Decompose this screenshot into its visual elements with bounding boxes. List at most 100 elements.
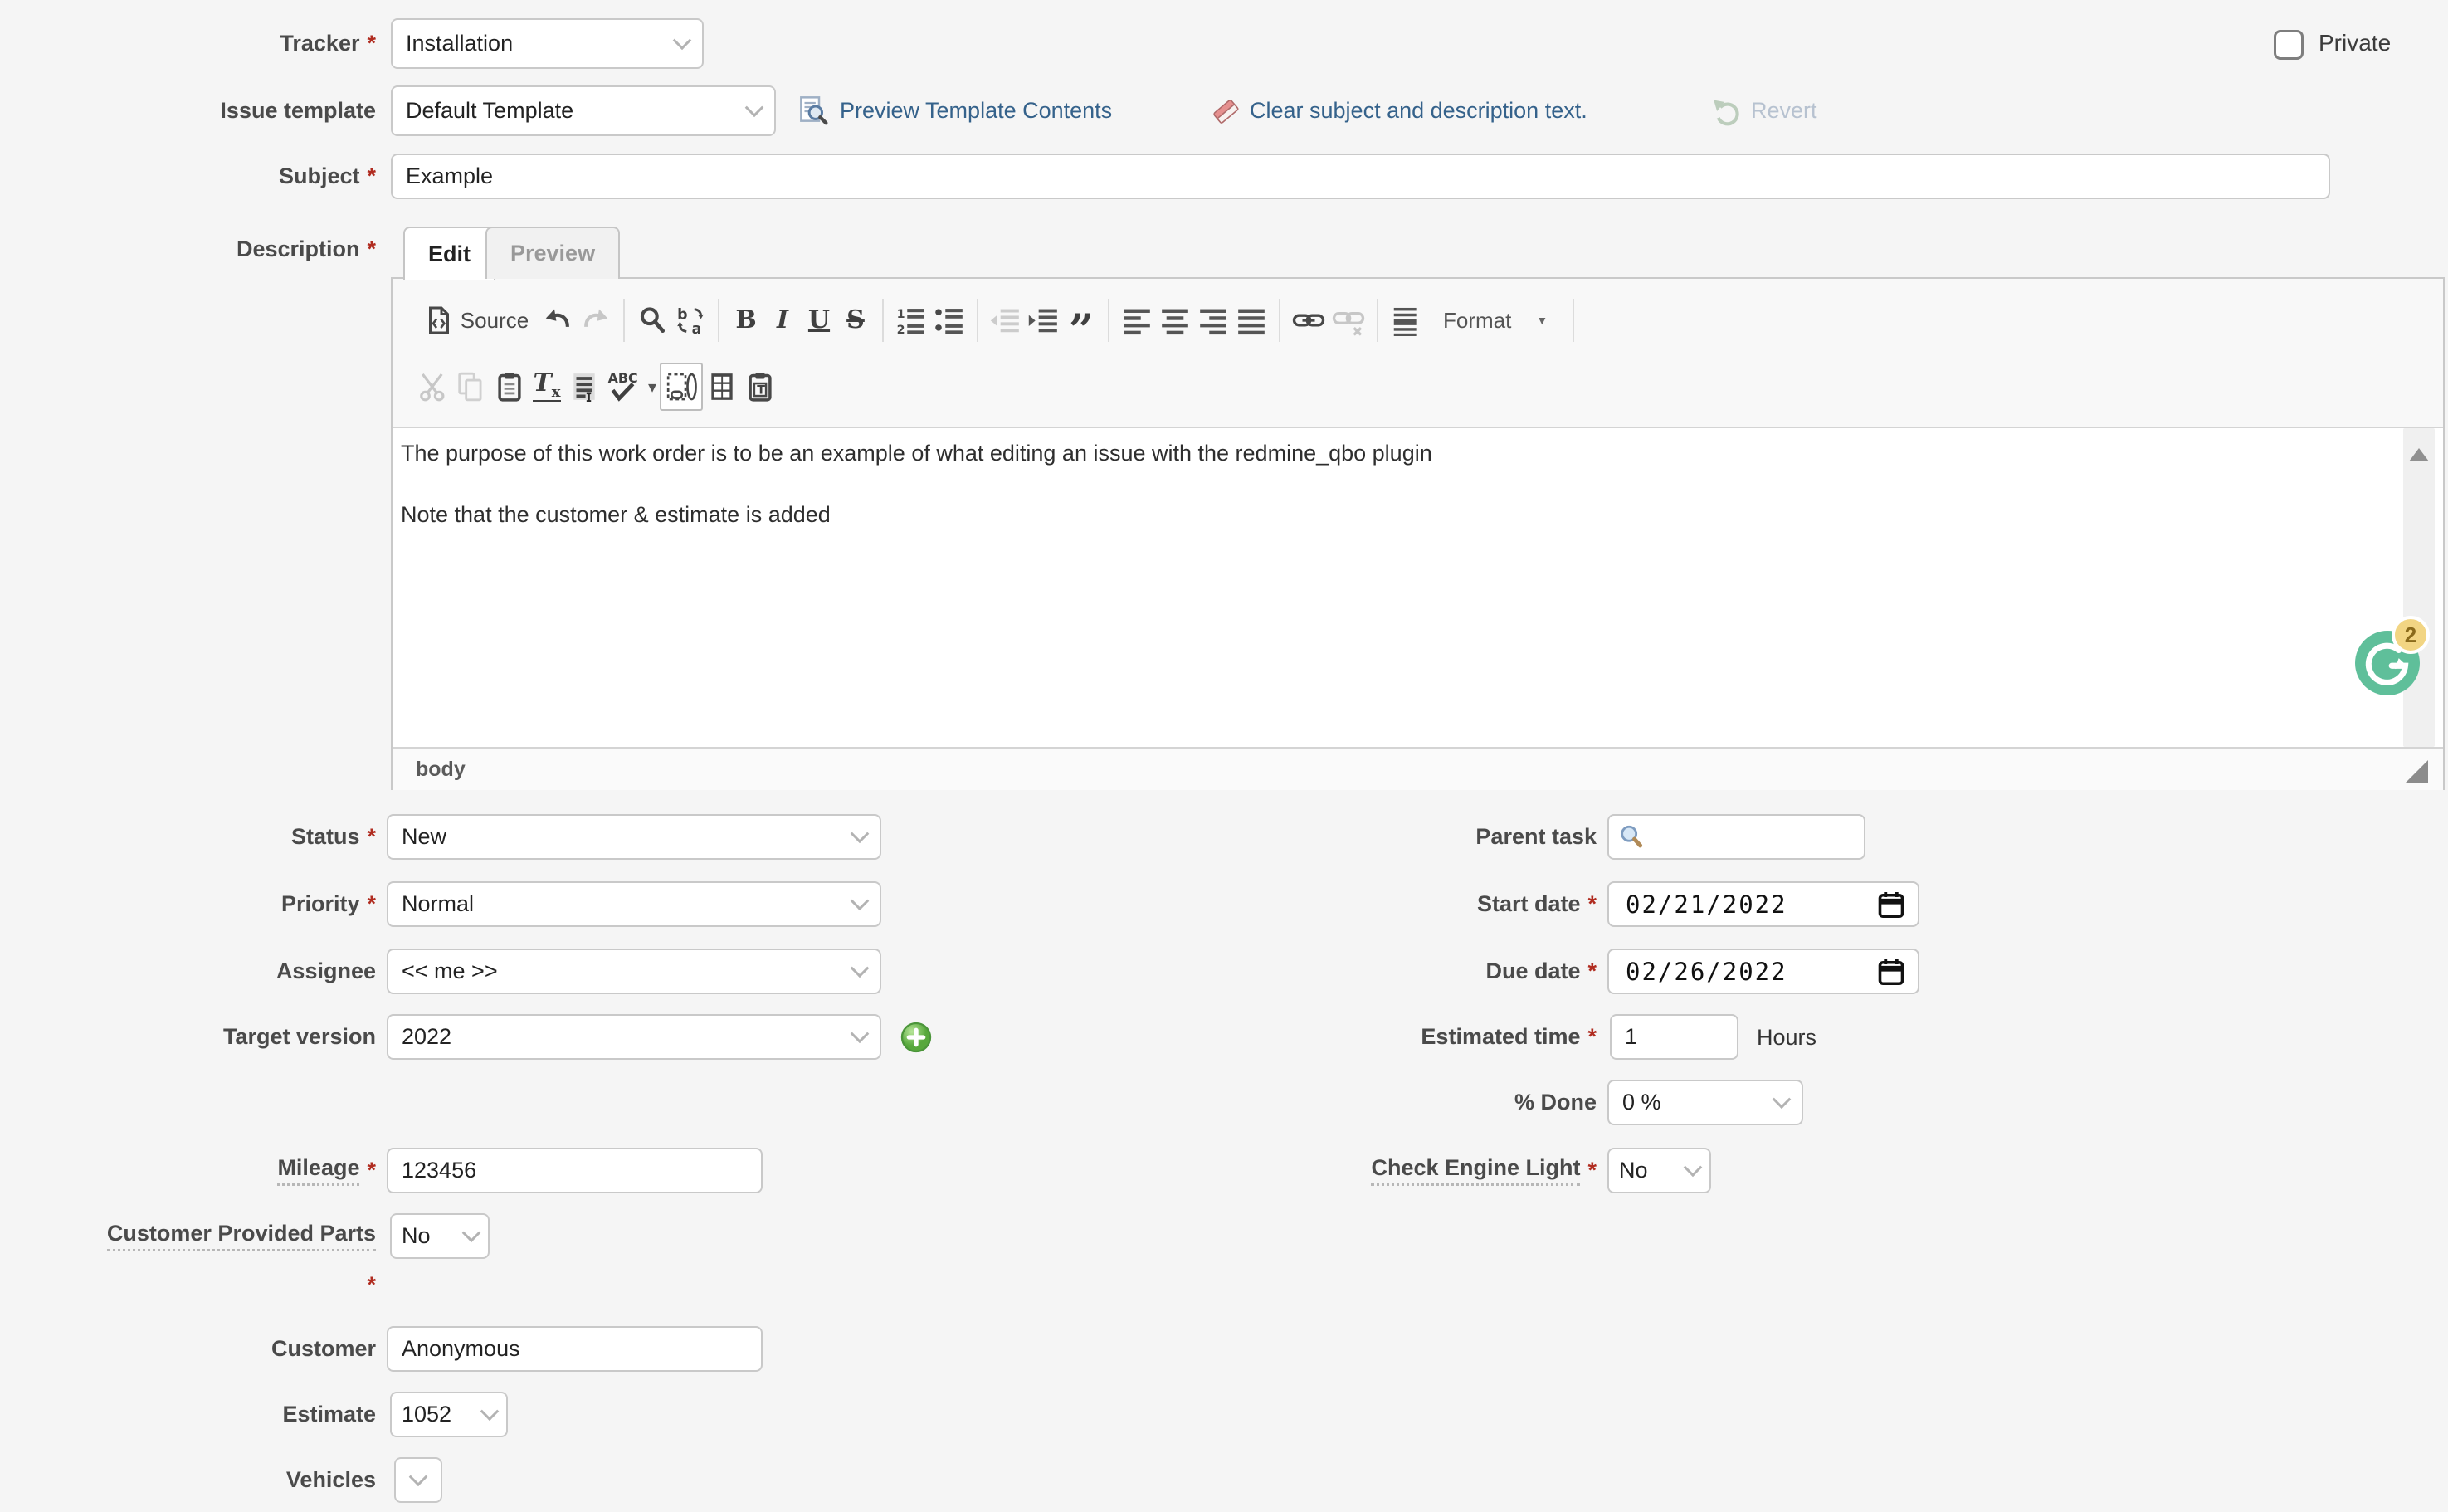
chevron-down-icon [480,1402,500,1421]
numbered-list-icon[interactable]: 12 [892,296,930,344]
find-icon[interactable] [633,296,671,344]
align-center-icon[interactable] [1156,296,1194,344]
start-date-input[interactable]: 02/21/2022 [1607,881,1919,927]
line-style-icon[interactable] [1387,296,1425,344]
tracker-label-wrap: Tracker* [0,18,376,69]
priority-select[interactable]: Normal [387,881,881,927]
tracker-select[interactable]: Installation [391,18,704,69]
issue-template-select[interactable]: Default Template [391,85,776,136]
bold-icon[interactable]: B [728,296,764,344]
required-marker: * [367,31,376,56]
tab-edit[interactable]: Edit [403,227,495,280]
tab-preview-label: Preview [510,241,595,266]
status-select[interactable]: New [387,814,881,860]
mileage-input[interactable] [387,1148,763,1193]
customer-input[interactable] [387,1326,763,1372]
percent-done-select[interactable]: 0 % [1607,1080,1803,1125]
justify-icon[interactable] [1232,296,1270,344]
required-marker: * [367,163,376,189]
align-right-icon[interactable] [1194,296,1232,344]
required-marker: * [367,824,376,850]
customer-provided-parts-select[interactable]: No [390,1213,490,1259]
subject-label-wrap: Subject * [0,154,376,199]
private-checkbox[interactable] [2274,30,2304,60]
percent-done-label-wrap: % Done [913,1080,1597,1125]
replace-icon[interactable]: ba [671,296,710,344]
chevron-down-icon [851,1024,870,1043]
estimated-time-input[interactable] [1610,1014,1738,1060]
revert-link: Revert [1711,85,1817,136]
calendar-icon[interactable] [1876,957,1906,987]
estimate-select[interactable]: 1052 [390,1392,508,1437]
tab-preview[interactable]: Preview [485,227,620,279]
required-marker: * [1587,1024,1597,1050]
editor-element-path: body [393,747,2443,790]
link-icon[interactable] [1289,296,1329,344]
indent-icon[interactable] [1025,296,1063,344]
search-icon [1617,823,1646,851]
spellcheck-icon[interactable]: ABC [603,363,660,411]
toolbar-separator [1573,299,1574,342]
scroll-up-icon[interactable] [2409,448,2429,461]
issue-edit-form: { "colors": { "background": "#f5f5f5", "… [0,0,2448,1512]
toolbar-separator [1279,299,1280,342]
private-label: Private [2319,30,2391,56]
percent-done-value: 0 % [1622,1090,1661,1115]
select-all-icon[interactable] [565,363,603,411]
toolbar-separator [1108,299,1109,342]
editor-scrollbar[interactable] [2403,428,2435,747]
target-version-select[interactable]: 2022 [387,1014,881,1060]
preview-template-icon [798,95,831,128]
parent-task-input[interactable] [1646,824,1856,850]
target-version-label-wrap: Target version [0,1014,376,1060]
due-date-input[interactable]: 02/26/2022 [1607,949,1919,994]
resize-handle-icon[interactable] [2405,760,2428,783]
issue-template-value: Default Template [406,98,573,124]
assignee-label: Assignee [276,958,376,984]
strikethrough-icon[interactable]: S [837,296,874,344]
undo-icon[interactable] [539,296,577,344]
editor-toolbar: Source ba B I U S 12 [393,279,2443,428]
parent-task-label-wrap: Parent task [913,814,1597,860]
description-label: Description [237,237,360,262]
chevron-down-icon [851,891,870,910]
svg-text:b: b [677,306,687,323]
paste-icon[interactable] [490,363,529,411]
toolbar-separator [623,299,625,342]
align-left-icon[interactable] [1118,296,1156,344]
table-icon[interactable] [703,363,741,411]
format-dropdown[interactable]: Format [1440,296,1551,344]
toolbar-separator [1377,299,1378,342]
required-marker: * [1587,891,1597,917]
due-date-label-wrap: Due date* [913,949,1597,994]
bullet-list-icon[interactable] [930,296,968,344]
estimate-label-wrap: Estimate [0,1392,376,1437]
start-date-value: 02/21/2022 [1626,890,1787,919]
editor-content[interactable]: The purpose of this work order is to be … [393,428,2443,747]
hours-suffix: Hours [1757,1025,1816,1051]
cut-icon [414,363,452,411]
remove-format-icon[interactable]: Tx [529,363,565,411]
underline-icon[interactable]: U [801,296,837,344]
source-icon [424,305,454,335]
preview-template-link[interactable]: Preview Template Contents [798,85,1112,136]
parent-task-field[interactable] [1607,814,1865,860]
toolbar-row-2: Tx ABC T [414,354,2443,420]
subject-input[interactable] [391,154,2330,199]
element-path-body[interactable]: body [416,758,466,782]
vehicles-select[interactable] [394,1457,442,1503]
customer-provided-parts-label: Customer Provided Parts [107,1221,376,1251]
issue-template-label: Issue template [220,98,376,124]
italic-icon[interactable]: I [764,296,801,344]
svg-text:ABC: ABC [608,370,638,386]
grammarly-icon[interactable]: 2 [2355,631,2420,695]
subject-label: Subject [279,163,360,189]
source-button[interactable]: Source [414,296,539,344]
check-engine-light-select[interactable]: No [1607,1148,1711,1193]
clear-subject-link[interactable]: Clear subject and description text. [1210,85,1587,136]
paste-template-icon[interactable]: T [741,363,779,411]
assignee-select[interactable]: << me >> [387,949,881,994]
blockquote-icon[interactable]: ” [1063,296,1100,344]
show-blocks-icon[interactable] [660,363,703,411]
calendar-icon[interactable] [1876,890,1906,919]
